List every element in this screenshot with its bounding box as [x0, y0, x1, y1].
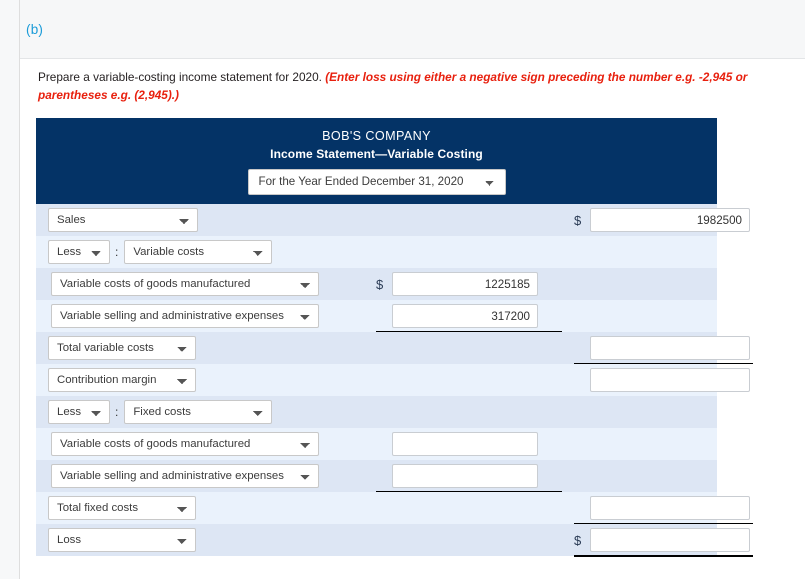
amount-input-total-fixed-costs[interactable] — [590, 496, 750, 520]
left-gutter — [0, 0, 20, 579]
dollar-sign: $ — [574, 212, 582, 228]
table-row: Sales $ — [36, 204, 750, 236]
right-amount-cell: $ — [574, 524, 750, 556]
income-statement-table: BOB'S COMPANY Income Statement—Variable … — [36, 118, 753, 557]
amount-input-loss[interactable] — [590, 528, 750, 552]
amount-input-contribution-margin[interactable] — [590, 368, 750, 392]
table-row: Less : Fixed costs — [36, 396, 717, 428]
table-row: Variable costs of goods manufactured $ — [36, 268, 717, 300]
row-label-cell: Variable selling and administrative expe… — [36, 460, 319, 492]
dollar-sign: $ — [574, 532, 582, 548]
right-amount-cell: $ — [574, 364, 750, 396]
part-label: (b) — [26, 22, 44, 37]
line-item-select-sales[interactable]: Sales — [48, 208, 198, 232]
row-label-cell: Total fixed costs — [36, 492, 196, 524]
row-label-cell: Loss — [36, 524, 196, 556]
line-item-select-fixed-cogm[interactable]: Variable costs of goods manufactured — [51, 432, 319, 456]
table-row: Variable costs of goods manufactured $ — [36, 428, 717, 460]
amount-input-sales[interactable] — [590, 208, 750, 232]
colon-separator: : — [115, 405, 119, 419]
mid-amount-cell: $ — [376, 300, 538, 332]
row-label-cell: Variable costs of goods manufactured — [36, 268, 319, 300]
part-header-band — [20, 0, 805, 59]
row-label-cell: Total variable costs — [36, 332, 196, 364]
row-label-cell: Less : Fixed costs — [36, 396, 273, 428]
company-name: BOB'S COMPANY — [322, 129, 431, 143]
period-select[interactable]: For the Year Ended December 31, 2020 — [247, 169, 506, 195]
total-rule-loss — [574, 555, 753, 557]
table-row: Variable selling and administrative expe… — [36, 460, 717, 492]
table-row: Contribution margin $ — [36, 364, 750, 396]
row-label-cell: Less : Variable costs — [36, 236, 273, 268]
line-item-select-total-fixed-costs[interactable]: Total fixed costs — [48, 496, 196, 520]
right-amount-cell: $ — [574, 204, 750, 236]
row-label-cell: Sales — [36, 204, 198, 236]
statement-header: BOB'S COMPANY Income Statement—Variable … — [36, 118, 717, 204]
mid-amount-cell: $ — [376, 428, 538, 460]
page-root: (b) Prepare a variable-costing income st… — [0, 0, 805, 579]
less-add-select-variable[interactable]: Less — [48, 240, 110, 264]
right-amount-cell: $ — [574, 332, 750, 364]
less-add-select-fixed[interactable]: Less — [48, 400, 110, 424]
line-item-select-contribution-margin[interactable]: Contribution margin — [48, 368, 196, 392]
mid-amount-cell: $ — [376, 460, 538, 492]
amount-input-fixed-sga[interactable] — [392, 464, 538, 488]
amount-input-variable-sga[interactable] — [392, 304, 538, 328]
table-row: Total fixed costs $ — [36, 492, 753, 524]
table-row: Variable selling and administrative expe… — [36, 300, 717, 332]
category-select-fixed-costs[interactable]: Fixed costs — [124, 400, 273, 424]
line-item-select-total-variable-costs[interactable]: Total variable costs — [48, 336, 196, 360]
category-select-variable-costs[interactable]: Variable costs — [124, 240, 273, 264]
amount-input-fixed-cogm[interactable] — [392, 432, 538, 456]
right-amount-cell: $ — [574, 492, 750, 524]
table-row: Total variable costs $ — [36, 332, 753, 364]
colon-separator: : — [115, 245, 119, 259]
line-item-select-variable-cogm[interactable]: Variable costs of goods manufactured — [51, 272, 319, 296]
row-label-cell: Variable selling and administrative expe… — [36, 300, 319, 332]
table-row: Loss $ — [36, 524, 753, 557]
row-label-cell: Variable costs of goods manufactured — [36, 428, 319, 460]
dollar-sign: $ — [376, 276, 384, 292]
instruction-main: Prepare a variable-costing income statem… — [38, 70, 326, 84]
mid-amount-cell: $ — [376, 268, 538, 300]
line-item-select-variable-sga[interactable]: Variable selling and administrative expe… — [51, 304, 319, 328]
amount-input-variable-cogm[interactable] — [392, 272, 538, 296]
table-row: Less : Variable costs — [36, 236, 717, 268]
instructions-text: Prepare a variable-costing income statem… — [38, 68, 778, 104]
statement-subtitle: Income Statement—Variable Costing — [270, 147, 483, 161]
line-item-select-fixed-sga[interactable]: Variable selling and administrative expe… — [51, 464, 319, 488]
amount-input-total-variable-costs[interactable] — [590, 336, 750, 360]
row-label-cell: Contribution margin — [36, 364, 196, 396]
line-item-select-loss[interactable]: Loss — [48, 528, 196, 552]
